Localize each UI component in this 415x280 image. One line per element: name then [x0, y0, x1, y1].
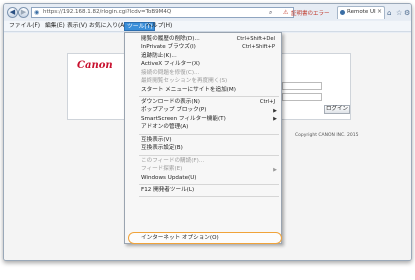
menu-item-shortcut: Ctrl+J: [259, 98, 275, 105]
menu-item-feed-discovery: フィード探索(E) ▶: [125, 166, 281, 175]
menu-separator: [139, 134, 279, 135]
magnifier-icon[interactable]: ⌕: [269, 9, 272, 17]
menu-item-activex-filter[interactable]: ActiveX フィルター(X): [125, 61, 281, 70]
menu-item-compat-view[interactable]: 互換表示(V): [125, 136, 281, 145]
menu-item-manage-addons[interactable]: アドオンの管理(A): [125, 124, 281, 133]
tab-title: Remote UI: [347, 9, 376, 15]
menu-separator: [139, 196, 279, 197]
menu-item-label: フィード探索(E): [141, 166, 183, 172]
menu-item-label: 互換表示(V): [141, 136, 172, 143]
menu-view[interactable]: 表示(V): [65, 22, 89, 31]
close-icon[interactable]: ×: [377, 8, 382, 15]
menu-item-compat-settings[interactable]: 互換表示設定(B): [125, 145, 281, 154]
menu-item-shortcut: Ctrl+Shift+Del: [236, 35, 275, 42]
menu-separator: [139, 155, 279, 156]
browser-tab[interactable]: Remote UI ×: [337, 6, 385, 19]
browser-window: ◀ ▶ ◉ https://192.168.1.82/rlogin.cgi?lc…: [3, 3, 412, 261]
browser-toolbar: ◀ ▶ ◉ https://192.168.1.82/rlogin.cgi?lc…: [4, 4, 411, 20]
menu-item-label: ActiveX フィルター(X): [141, 61, 200, 67]
gear-icon[interactable]: ⚙: [404, 9, 410, 17]
menu-file[interactable]: ファイル(F): [7, 22, 42, 31]
menu-item-label: F12 開発者ツール(L): [141, 186, 195, 193]
tab-favicon-icon: [340, 10, 345, 15]
menu-item-label: 閲覧の履歴の削除(D)...: [141, 35, 200, 42]
menu-item-popup-blocker[interactable]: ポップアップ ブロック(P) ▶: [125, 107, 281, 116]
menu-item-label: インターネット オプション(O): [141, 234, 219, 241]
menu-item-tracking-protection[interactable]: 追跡防止(K)...: [125, 52, 281, 61]
menu-item-internet-options[interactable]: インターネット オプション(O): [125, 234, 281, 243]
cert-warning-text[interactable]: 証明書のエラー: [291, 9, 330, 17]
menu-edit[interactable]: 編集(E): [43, 22, 67, 31]
cert-warning-icon[interactable]: ⚠: [283, 9, 288, 16]
menu-item-label: 互換表示設定(B): [141, 145, 183, 151]
copyright-text: Copyright CANON INC. 2015: [295, 133, 359, 138]
forward-arrow-icon[interactable]: ▶: [18, 7, 29, 18]
menu-item-label: 最終閲覧セッションを再度開く(S): [141, 78, 228, 84]
username-field[interactable]: [282, 82, 322, 90]
submenu-arrow-icon: ▶: [273, 166, 277, 173]
star-icon[interactable]: ☆: [396, 9, 402, 17]
menu-item-inprivate[interactable]: InPrivate ブラウズ(I) Ctrl+Shift+P: [125, 44, 281, 53]
page-icon: ◉: [34, 9, 40, 16]
address-bar[interactable]: ◉ https://192.168.1.82/rlogin.cgi?lcdv=T…: [31, 7, 294, 18]
menu-item-smartscreen[interactable]: SmartScreen フィルター機能(T) ▶: [125, 115, 281, 124]
menu-item-label: SmartScreen フィルター機能(T): [141, 115, 226, 122]
menu-item-windows-update[interactable]: Windows Update(U): [125, 174, 281, 183]
menu-item-label: ダウンロードの表示(N): [141, 98, 200, 105]
menu-item-label: Windows Update(U): [141, 174, 197, 181]
menu-item-label: 接続の問題を修復(C)...: [141, 69, 200, 76]
submenu-arrow-icon: ▶: [273, 116, 277, 122]
menu-item-shortcut: Ctrl+Shift+P: [242, 44, 275, 50]
canon-logo: Canon: [77, 60, 113, 71]
menu-favorites[interactable]: お気に入り(A): [87, 22, 128, 31]
back-arrow-icon[interactable]: ◀: [7, 7, 18, 18]
menu-item-label: ポップアップ ブロック(P): [141, 107, 207, 113]
menu-item-label: 追跡防止(K)...: [141, 52, 177, 59]
login-button[interactable]: ログイン: [324, 105, 350, 114]
menu-item-label: このフィードの購読(F)...: [141, 157, 205, 164]
menu-item-fix-connection: 接続の問題を修復(C)...: [125, 69, 281, 78]
submenu-arrow-icon: ▶: [273, 107, 277, 114]
menu-item-label: アドオンの管理(A): [141, 124, 189, 130]
menu-item-label: InPrivate ブラウズ(I): [141, 44, 196, 50]
menu-bar: ファイル(F) 編集(E) 表示(V) お気に入り(A) ツール(T) ヘルプ(…: [4, 21, 411, 32]
menu-separator: [139, 96, 279, 97]
menu-item-add-to-start[interactable]: スタート メニューにサイトを追加(M): [125, 86, 281, 95]
menu-item-label: スタート メニューにサイトを追加(M): [141, 86, 236, 93]
menu-item-reopen-session: 最終閲覧セッションを再度開く(S): [125, 78, 281, 87]
menu-item-delete-history[interactable]: 閲覧の履歴の削除(D)... Ctrl+Shift+Del: [125, 35, 281, 44]
menu-help[interactable]: ヘルプ(H): [144, 22, 174, 31]
menu-item-subscribe-feed: このフィードの購読(F)...: [125, 157, 281, 166]
menu-separator: [139, 184, 279, 185]
home-icon[interactable]: ⌂: [387, 9, 391, 17]
password-field[interactable]: [282, 93, 322, 101]
menu-item-view-downloads[interactable]: ダウンロードの表示(N) Ctrl+J: [125, 98, 281, 107]
menu-item-f12-tools[interactable]: F12 開発者ツール(L): [125, 186, 281, 195]
address-url[interactable]: https://192.168.1.82/rlogin.cgi?lcdv=ToB…: [43, 9, 171, 15]
tools-dropdown-menu: 閲覧の履歴の削除(D)... Ctrl+Shift+Del InPrivate …: [124, 32, 282, 244]
